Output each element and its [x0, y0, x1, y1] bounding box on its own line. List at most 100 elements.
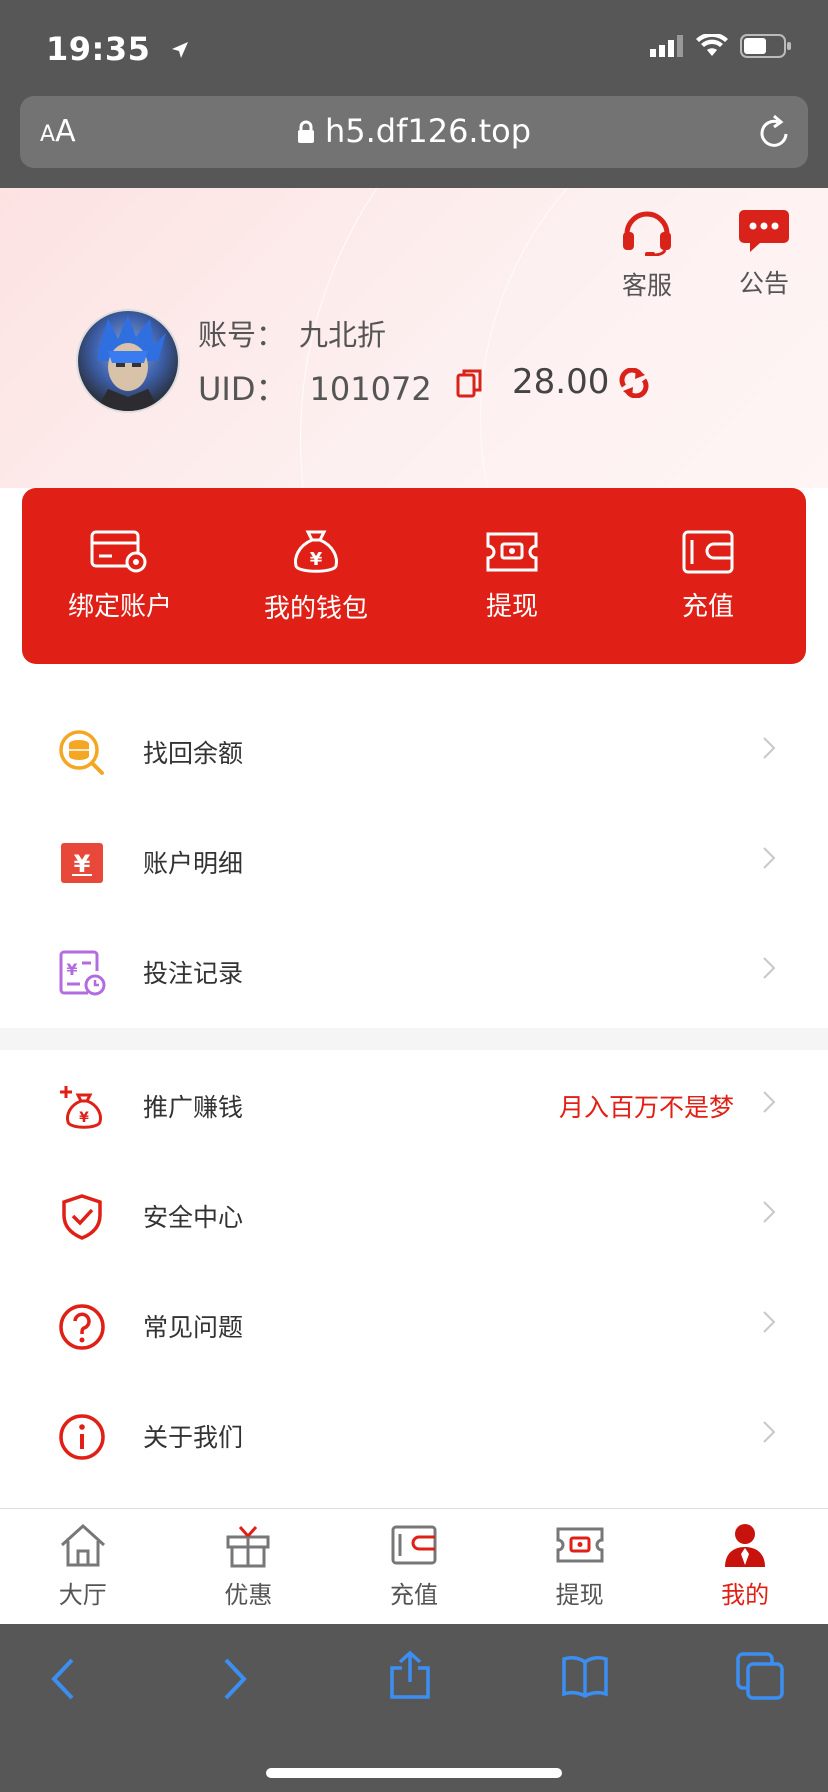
back-icon[interactable] — [48, 1656, 76, 1706]
recharge-icon — [331, 1521, 497, 1569]
chevron-right-icon — [762, 1420, 776, 1448]
balance-amount: 28.00 — [512, 362, 610, 402]
quick-actions-card: 绑定账户 ¥ 我的钱包 提现 充值 — [22, 488, 806, 664]
status-time: 19:35 — [46, 30, 190, 68]
tab-label: 提现 — [555, 1581, 604, 1609]
bet-record-icon: ¥ — [58, 949, 106, 997]
profile-header: 客服 公告 账号： 九北折 UID： 101072 28.00 — [0, 188, 828, 488]
menu-item-promotion[interactable]: ¥ 推广赚钱 月入百万不是梦 — [0, 1050, 828, 1160]
tab-withdraw[interactable]: 提现 — [497, 1509, 663, 1625]
tab-recharge[interactable]: 充值 — [331, 1509, 497, 1625]
svg-text:¥: ¥ — [66, 960, 77, 979]
menu-item-account-detail[interactable]: ¥ 账户明细 — [0, 806, 828, 916]
menu-group-general: ¥ 推广赚钱 月入百万不是梦 安全中心 常见问题 关于我们 — [0, 1050, 828, 1490]
tab-label: 优惠 — [224, 1581, 273, 1609]
wallet-bag-icon: ¥ — [231, 528, 401, 576]
chevron-right-icon — [762, 1310, 776, 1338]
bookmarks-icon[interactable] — [562, 1654, 608, 1702]
menu-label: 关于我们 — [143, 1423, 244, 1452]
info-icon — [58, 1413, 106, 1461]
gift-icon — [166, 1521, 332, 1569]
promotion-icon: ¥ — [58, 1083, 106, 1131]
menu-item-security-center[interactable]: 安全中心 — [0, 1160, 828, 1270]
account-name: 九北折 — [299, 318, 387, 352]
chevron-right-icon — [762, 956, 776, 984]
security-shield-icon — [58, 1193, 106, 1241]
tab-mine[interactable]: 我的 — [662, 1509, 828, 1625]
avatar[interactable] — [76, 309, 180, 413]
url-text: h5.df126.top — [324, 112, 532, 150]
user-icon — [662, 1521, 828, 1569]
tab-label: 充值 — [389, 1581, 438, 1609]
status-bar: 19:35 — [0, 0, 828, 96]
menu-group-wallet: 找回余额 ¥ 账户明细 ¥ 投注记录 — [0, 696, 828, 1026]
message-icon — [738, 210, 790, 260]
menu-item-about-us[interactable]: 关于我们 — [0, 1380, 828, 1490]
menu-item-faq[interactable]: 常见问题 — [0, 1270, 828, 1380]
cellular-signal-icon — [650, 35, 684, 61]
recharge-icon — [623, 530, 793, 574]
battery-icon — [740, 34, 792, 62]
tab-label: 我的 — [721, 1581, 770, 1609]
my-wallet-button[interactable]: ¥ 我的钱包 — [231, 528, 401, 625]
bind-account-button[interactable]: 绑定账户 — [35, 530, 205, 623]
account-label: 账号： — [198, 318, 286, 352]
coin-search-icon — [58, 729, 106, 777]
forward-icon[interactable] — [222, 1656, 250, 1706]
action-label: 充值 — [681, 591, 734, 622]
menu-label: 安全中心 — [143, 1203, 244, 1232]
action-label: 我的钱包 — [263, 593, 368, 624]
svg-text:¥: ¥ — [79, 1110, 89, 1126]
url-display[interactable]: h5.df126.top — [20, 112, 808, 152]
menu-label: 投注记录 — [143, 959, 244, 988]
recharge-button[interactable]: 充值 — [623, 530, 793, 623]
address-bar[interactable]: AA h5.df126.top — [20, 96, 808, 168]
tab-label: 大厅 — [58, 1581, 107, 1609]
uid-label: UID： — [198, 370, 288, 408]
uid-value: 101072 — [309, 370, 432, 408]
customer-service-button[interactable]: 客服 — [607, 208, 687, 302]
bottom-tab-bar: 大厅 优惠 充值 提现 我的 — [0, 1508, 828, 1625]
reload-icon[interactable] — [756, 112, 792, 156]
menu-label: 推广赚钱 — [143, 1093, 244, 1122]
menu-item-bet-record[interactable]: ¥ 投注记录 — [0, 916, 828, 1026]
action-label: 提现 — [485, 591, 538, 622]
browser-address-area: AA h5.df126.top — [0, 96, 828, 188]
menu-label: 常见问题 — [143, 1313, 244, 1342]
notice-label: 公告 — [738, 269, 789, 298]
tab-promotions[interactable]: 优惠 — [166, 1509, 332, 1625]
tab-lobby[interactable]: 大厅 — [0, 1509, 166, 1625]
withdraw-button[interactable]: 提现 — [427, 530, 597, 623]
browser-toolbar — [0, 1624, 828, 1792]
menu-label: 找回余额 — [143, 739, 244, 768]
tabs-icon[interactable] — [736, 1652, 784, 1704]
share-icon[interactable] — [388, 1650, 432, 1704]
menu-item-recover-balance[interactable]: 找回余额 — [0, 696, 828, 806]
question-icon — [58, 1303, 106, 1351]
bind-account-icon — [35, 530, 205, 574]
promotion-slogan: 月入百万不是梦 — [558, 1093, 734, 1122]
section-divider — [0, 1028, 828, 1050]
wifi-icon — [696, 32, 728, 62]
svg-text:¥: ¥ — [310, 549, 323, 570]
uid-row: UID： 101072 — [198, 364, 432, 410]
chevron-right-icon — [762, 736, 776, 764]
chevron-right-icon — [762, 846, 776, 874]
copy-icon[interactable] — [456, 368, 482, 402]
action-label: 绑定账户 — [67, 591, 172, 622]
chevron-right-icon — [762, 1200, 776, 1228]
service-label: 客服 — [621, 271, 672, 300]
home-icon — [0, 1521, 166, 1569]
headset-icon — [619, 211, 675, 262]
announcement-button[interactable]: 公告 — [724, 208, 804, 300]
refresh-balance-icon[interactable] — [618, 367, 650, 402]
withdraw-icon — [427, 530, 597, 574]
chevron-right-icon — [762, 1090, 776, 1118]
svg-text:¥: ¥ — [74, 850, 91, 878]
menu-label: 账户明细 — [143, 849, 244, 878]
home-indicator[interactable] — [266, 1768, 562, 1778]
location-arrow-icon — [170, 30, 190, 68]
account-row: 账号： 九北折 — [198, 312, 386, 354]
withdraw-icon — [497, 1521, 663, 1569]
status-indicators — [650, 32, 792, 62]
